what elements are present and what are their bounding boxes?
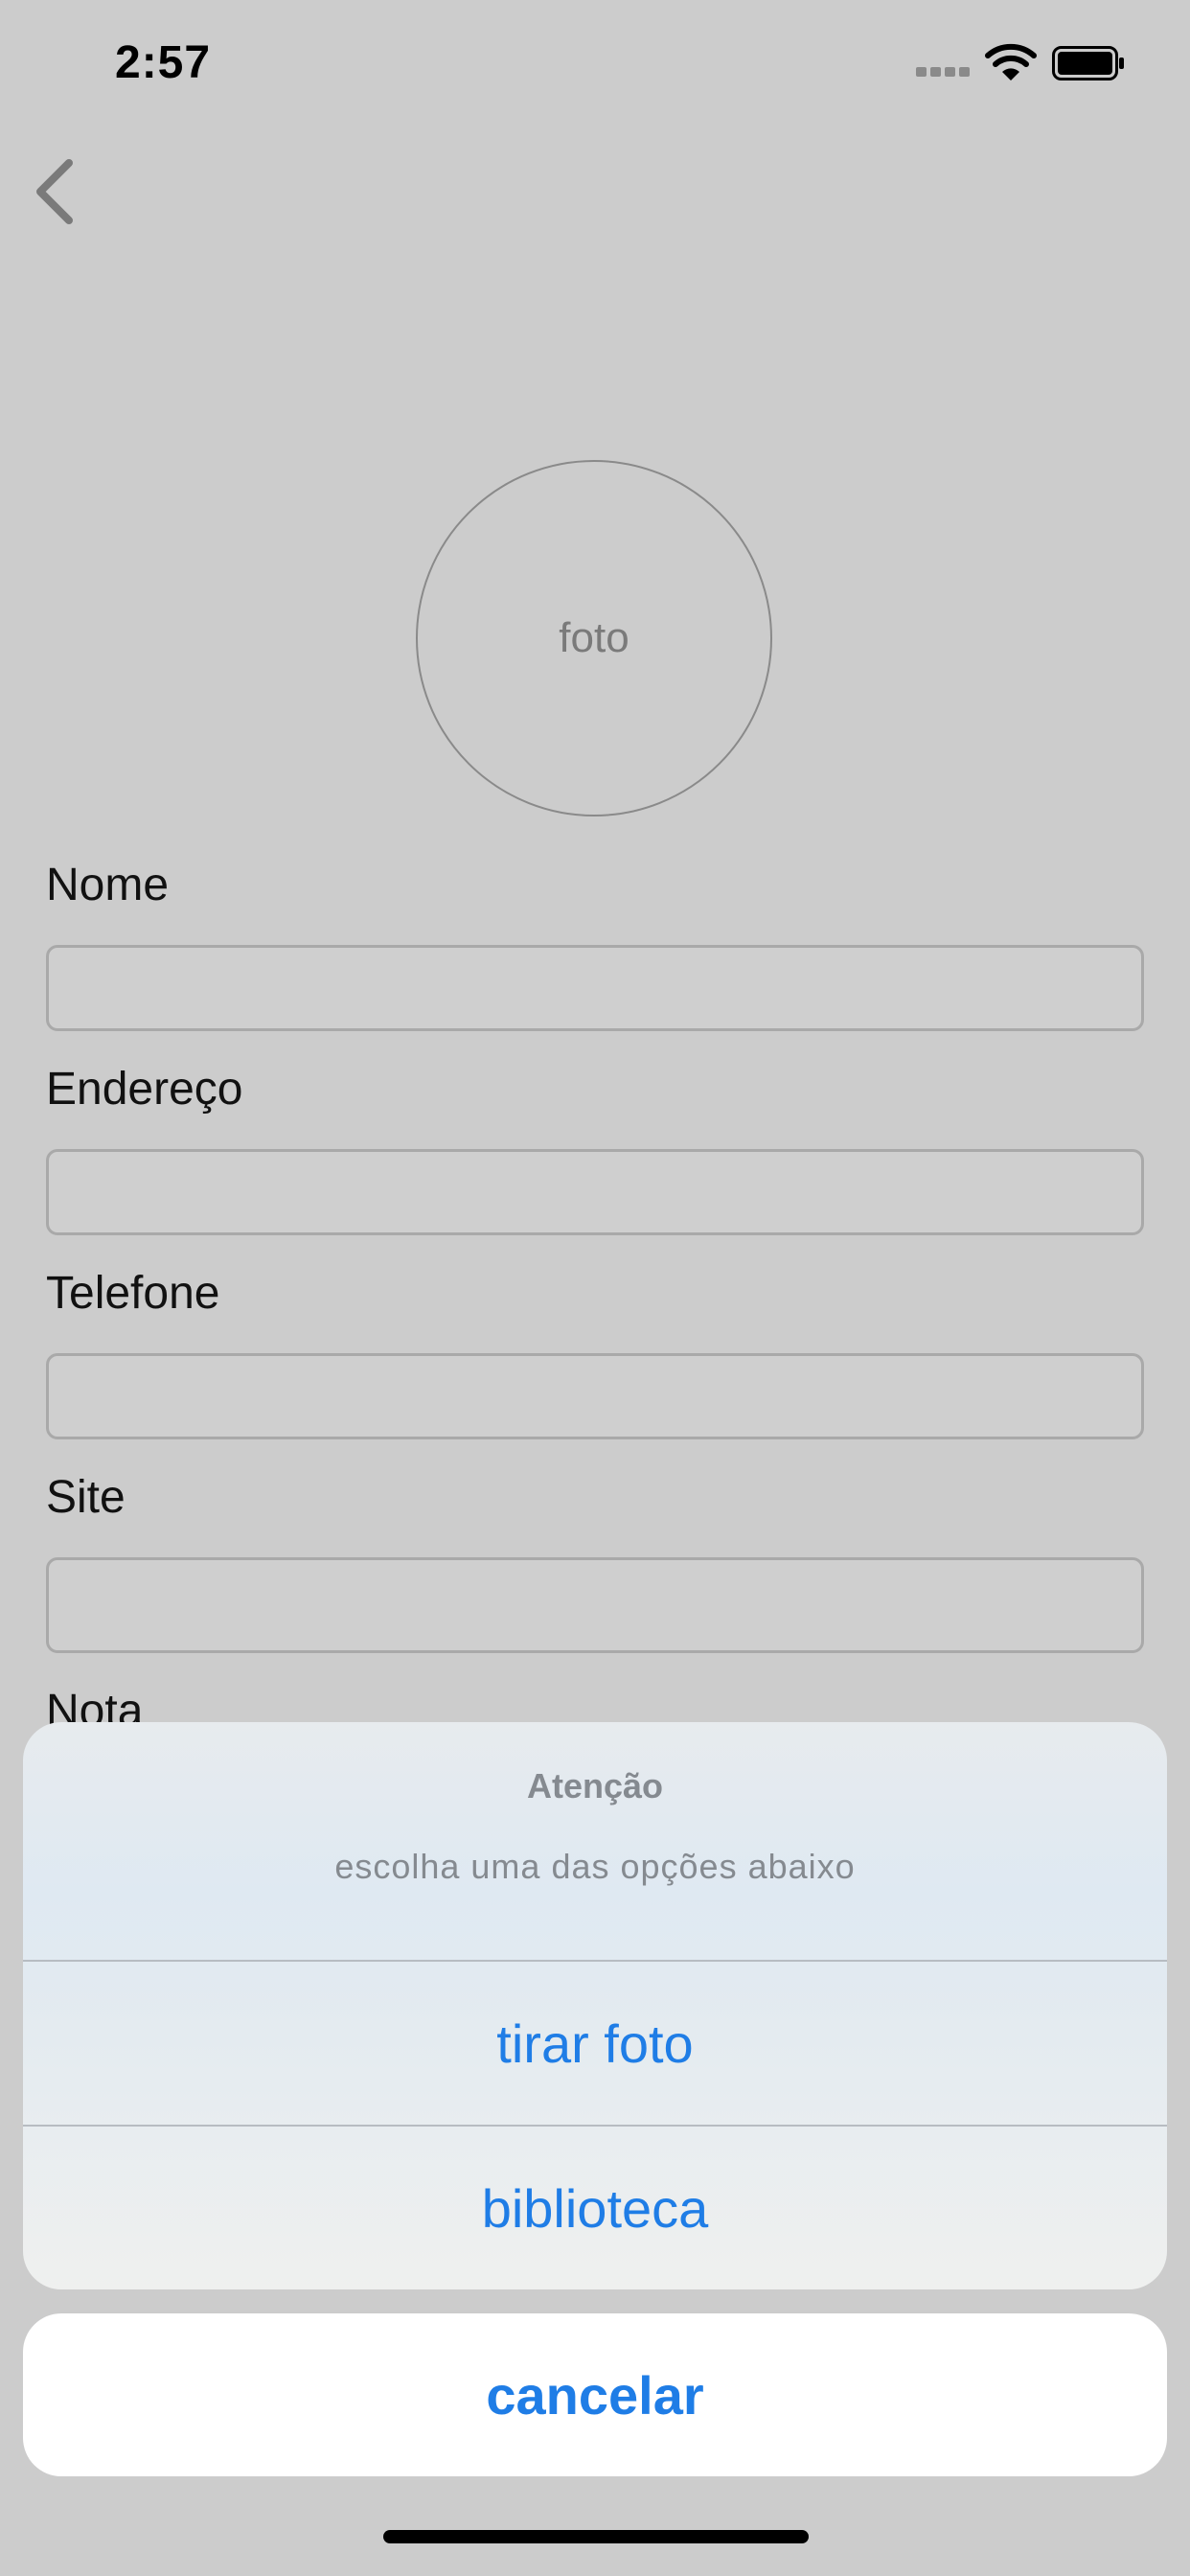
battery-icon bbox=[1052, 46, 1124, 80]
back-button[interactable] bbox=[25, 153, 86, 230]
action-sheet-title: Atenção bbox=[526, 1766, 664, 1806]
wifi-icon bbox=[985, 43, 1037, 80]
name-field[interactable] bbox=[46, 945, 1144, 1031]
photo-label: foto bbox=[559, 614, 629, 661]
photo-picker[interactable]: foto bbox=[416, 460, 772, 816]
status-time: 2:57 bbox=[115, 37, 212, 88]
address-field[interactable] bbox=[46, 1149, 1144, 1235]
address-label: Endereço bbox=[46, 1064, 243, 1115]
action-sheet-message: escolha uma das opções abaixo bbox=[334, 1847, 856, 1886]
phone-field[interactable] bbox=[46, 1353, 1144, 1439]
signal-icon bbox=[916, 63, 972, 79]
name-label: Nome bbox=[46, 860, 170, 910]
phone-label: Telefone bbox=[46, 1268, 220, 1319]
library-button[interactable]: biblioteca bbox=[23, 2127, 1167, 2289]
cancel-button[interactable]: cancelar bbox=[23, 2313, 1167, 2476]
status-bar: 2:57 bbox=[0, 0, 1190, 126]
site-field[interactable] bbox=[46, 1557, 1144, 1653]
take-photo-button[interactable]: tirar foto bbox=[23, 1962, 1167, 2125]
action-sheet: Atenção escolha uma das opções abaixo ti… bbox=[23, 1722, 1167, 2289]
home-indicator bbox=[383, 2530, 809, 2543]
site-label: Site bbox=[46, 1472, 126, 1523]
